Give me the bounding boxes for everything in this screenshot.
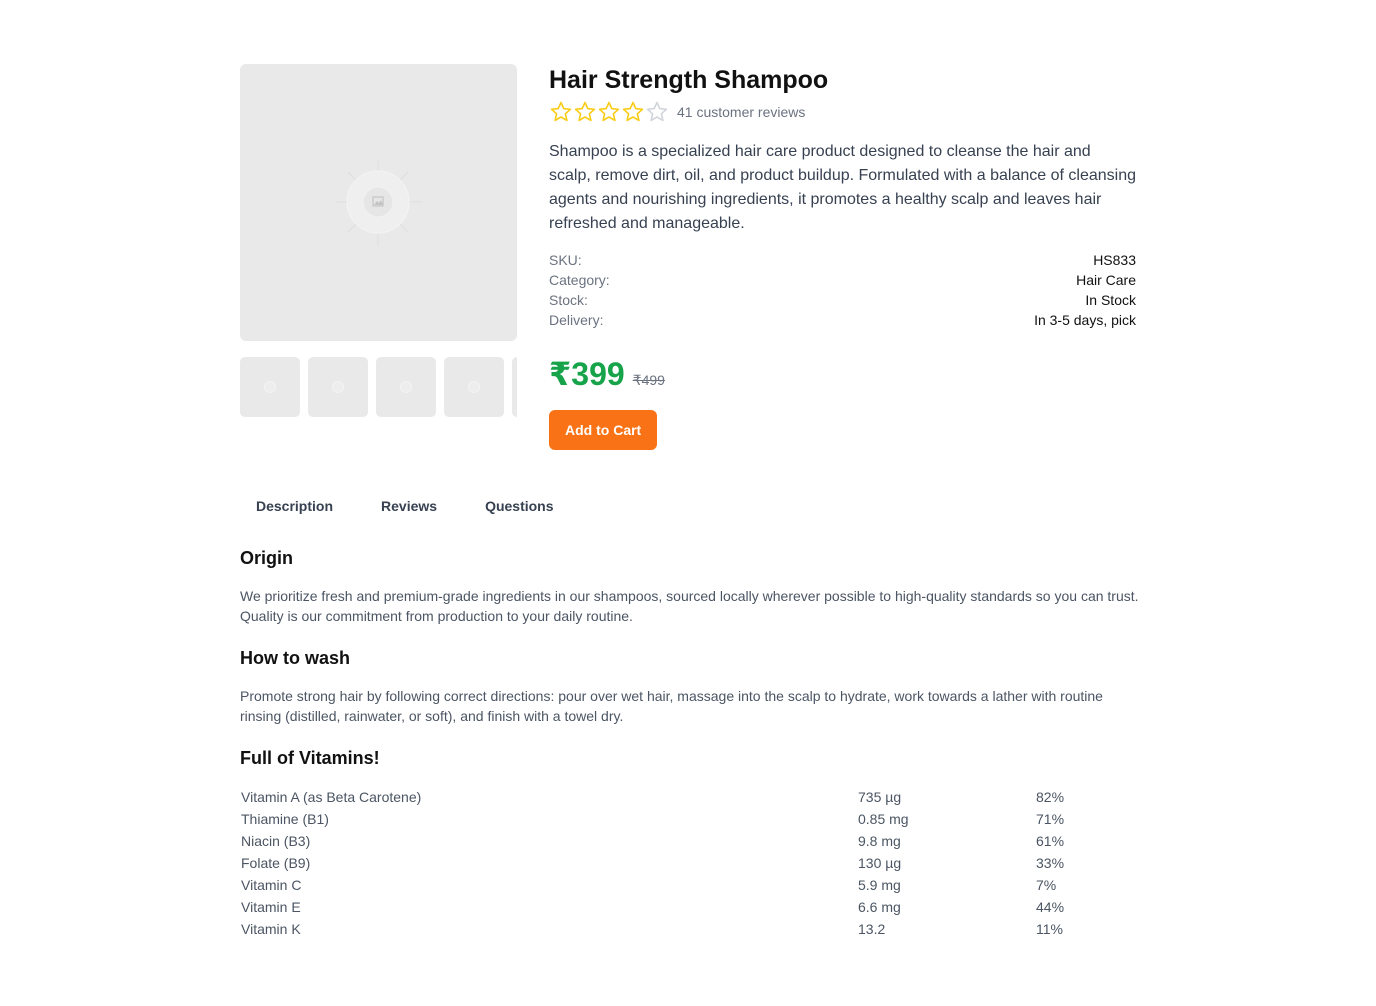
vitamin-name: Niacin (B3) [241, 833, 311, 849]
meta-row-stock: Stock: In Stock [549, 290, 1136, 310]
product-title: Hair Strength Shampoo [549, 66, 829, 94]
tab-reviews[interactable]: Reviews [365, 492, 453, 520]
product-description: Shampoo is a specialized hair care produ… [549, 143, 1136, 232]
reviews-count[interactable]: 41 customer reviews [677, 104, 805, 120]
vitamins-table: Vitamin A (as Beta Carotene) 735 µg 82% … [240, 786, 1140, 940]
star-icon [598, 101, 620, 122]
meta-row-category: Category: Hair Care [549, 270, 1136, 290]
image-placeholder-icon [332, 381, 344, 393]
tab-questions[interactable]: Questions [469, 492, 569, 520]
vitamin-name: Vitamin E [241, 899, 301, 915]
old-price: ₹499 [632, 372, 665, 388]
thumbnail-2[interactable] [308, 357, 368, 417]
vitamin-name: Vitamin A (as Beta Carotene) [241, 789, 422, 805]
rating-row: 41 customer reviews [549, 100, 1136, 124]
vitamin-daily-value: 71% [1036, 811, 1065, 827]
star-icon [646, 101, 668, 122]
section-title-how-to-wash: How to wash [240, 648, 351, 668]
price-row: ₹399 ₹499 [549, 354, 1136, 394]
meta-value: HS833 [1093, 252, 1136, 268]
meta-label: Stock: [549, 292, 588, 308]
table-row: Folate (B9) 130 µg 33% [240, 852, 1140, 874]
table-row: Vitamin C 5.9 mg 7% [240, 874, 1140, 896]
vitamin-amount: 0.85 mg [858, 811, 909, 827]
vitamin-amount: 130 µg [858, 855, 902, 871]
product-info: Hair Strength Shampoo 41 customer review… [549, 64, 1136, 450]
section-text-how-to-wash: Promote strong hair by following correct… [240, 688, 1103, 724]
star-icon [574, 101, 596, 122]
vitamin-daily-value: 11% [1036, 921, 1063, 937]
vitamin-amount: 9.8 mg [858, 833, 901, 849]
image-placeholder-icon [468, 381, 480, 393]
meta-row-delivery: Delivery: In 3-5 days, pick [549, 310, 1136, 330]
vitamin-name: Folate (B9) [241, 855, 311, 871]
section-title-vitamins: Full of Vitamins! [240, 748, 380, 768]
vitamin-daily-value: 33% [1036, 855, 1065, 871]
vitamin-daily-value: 82% [1036, 789, 1065, 805]
product-gallery [240, 64, 517, 450]
table-row: Vitamin E 6.6 mg 44% [240, 896, 1140, 918]
section-text-origin: We prioritize fresh and premium-grade in… [240, 588, 1139, 624]
meta-value: In Stock [1085, 292, 1136, 308]
table-row: Vitamin A (as Beta Carotene) 735 µg 82% [240, 786, 1140, 808]
product-section: Hair Strength Shampoo 41 customer review… [240, 64, 1136, 450]
star-icon [550, 101, 572, 122]
meta-label: Category: [549, 272, 610, 288]
image-placeholder-icon [264, 381, 276, 393]
meta-label: Delivery: [549, 312, 604, 328]
description-content: Origin We prioritize fresh and premium-g… [240, 546, 1140, 940]
thumbnail-5[interactable] [512, 357, 517, 417]
section-title-origin: Origin [240, 548, 293, 568]
vitamin-name: Thiamine (B1) [241, 811, 329, 827]
table-row: Niacin (B3) 9.8 mg 61% [240, 830, 1140, 852]
vitamin-daily-value: 7% [1036, 877, 1057, 893]
star-rating[interactable] [549, 100, 669, 124]
star-icon [622, 101, 644, 122]
thumbnail-3[interactable] [376, 357, 436, 417]
current-price: ₹399 [549, 356, 625, 392]
tab-description[interactable]: Description [240, 492, 349, 520]
table-row: Thiamine (B1) 0.85 mg 71% [240, 808, 1140, 830]
thumbnail-strip [240, 357, 517, 417]
meta-value: Hair Care [1076, 272, 1136, 288]
product-tabs: Description Reviews Questions [240, 492, 586, 520]
vitamin-name: Vitamin C [241, 877, 302, 893]
meta-value: In 3-5 days, pick [1034, 312, 1136, 328]
vitamin-amount: 6.6 mg [858, 899, 901, 915]
vitamin-name: Vitamin K [241, 921, 301, 937]
vitamin-amount: 13.2 [858, 921, 886, 937]
image-placeholder-icon [400, 381, 412, 393]
image-placeholder-icon [335, 159, 422, 246]
meta-label: SKU: [549, 252, 582, 268]
thumbnail-1[interactable] [240, 357, 300, 417]
table-row: Vitamin K 13.2 11% [240, 918, 1140, 940]
vitamin-daily-value: 44% [1036, 899, 1065, 915]
vitamin-daily-value: 61% [1036, 833, 1065, 849]
add-to-cart-button[interactable]: Add to Cart [549, 410, 658, 450]
meta-row-sku: SKU: HS833 [549, 250, 1136, 270]
vitamin-amount: 735 µg [858, 789, 902, 805]
product-meta: SKU: HS833 Category: Hair Care Stock: In… [549, 250, 1136, 330]
thumbnail-4[interactable] [444, 357, 504, 417]
vitamin-amount: 5.9 mg [858, 877, 901, 893]
main-product-image[interactable] [240, 64, 517, 341]
